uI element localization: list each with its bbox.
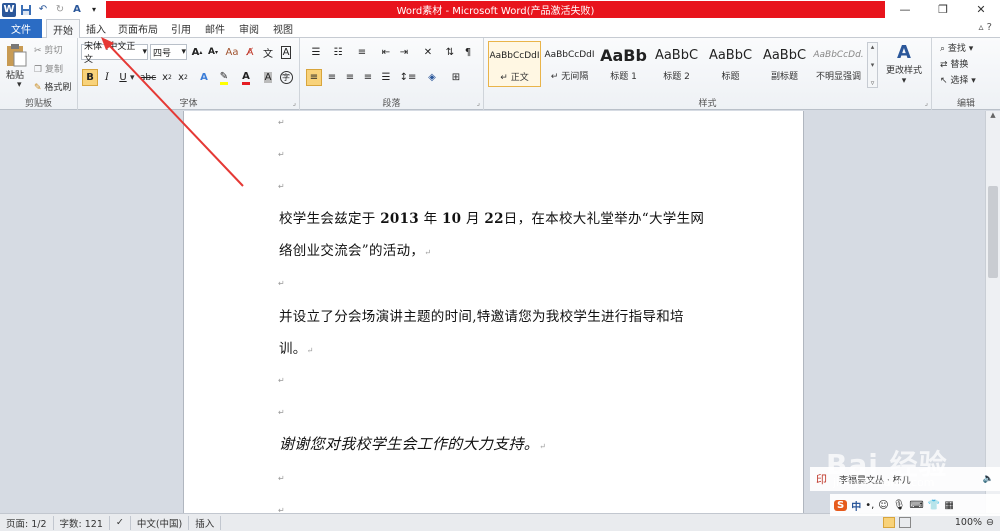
emoji-icon[interactable]: ☺ [878,500,888,511]
insert-mode[interactable]: 插入 [189,515,222,530]
tools-icon[interactable]: ▦ [944,500,953,511]
page-count[interactable]: 页面: 1/2 [0,515,54,530]
skin-icon[interactable]: 👕 [928,500,940,511]
proofing-status[interactable]: ✓ [110,515,131,530]
ime-toolbar: S 中 •, ☺ 🎙 ⌨ 👕 ▦ [830,494,1000,516]
word-count[interactable]: 字数: 121 [54,515,110,530]
zoom-level[interactable]: 100% [955,517,982,528]
mic-icon[interactable]: 🎙 [893,500,906,511]
keyboard-icon[interactable]: ⌨ [909,500,923,511]
punct-icon[interactable]: •, [865,500,874,511]
proofing-check-icon: ✓ [115,517,124,528]
print-layout-view-icon[interactable] [882,517,895,528]
sogou-logo-icon[interactable]: S [834,499,848,511]
watermark-url: jingyan.baidu.com [833,476,935,489]
full-screen-view-icon[interactable] [898,517,911,528]
zoom-out-icon[interactable]: ⊖ [986,517,994,528]
language-status[interactable]: 中文(中国) [131,515,190,530]
speaker-icon[interactable]: 🔈 [983,474,1000,484]
